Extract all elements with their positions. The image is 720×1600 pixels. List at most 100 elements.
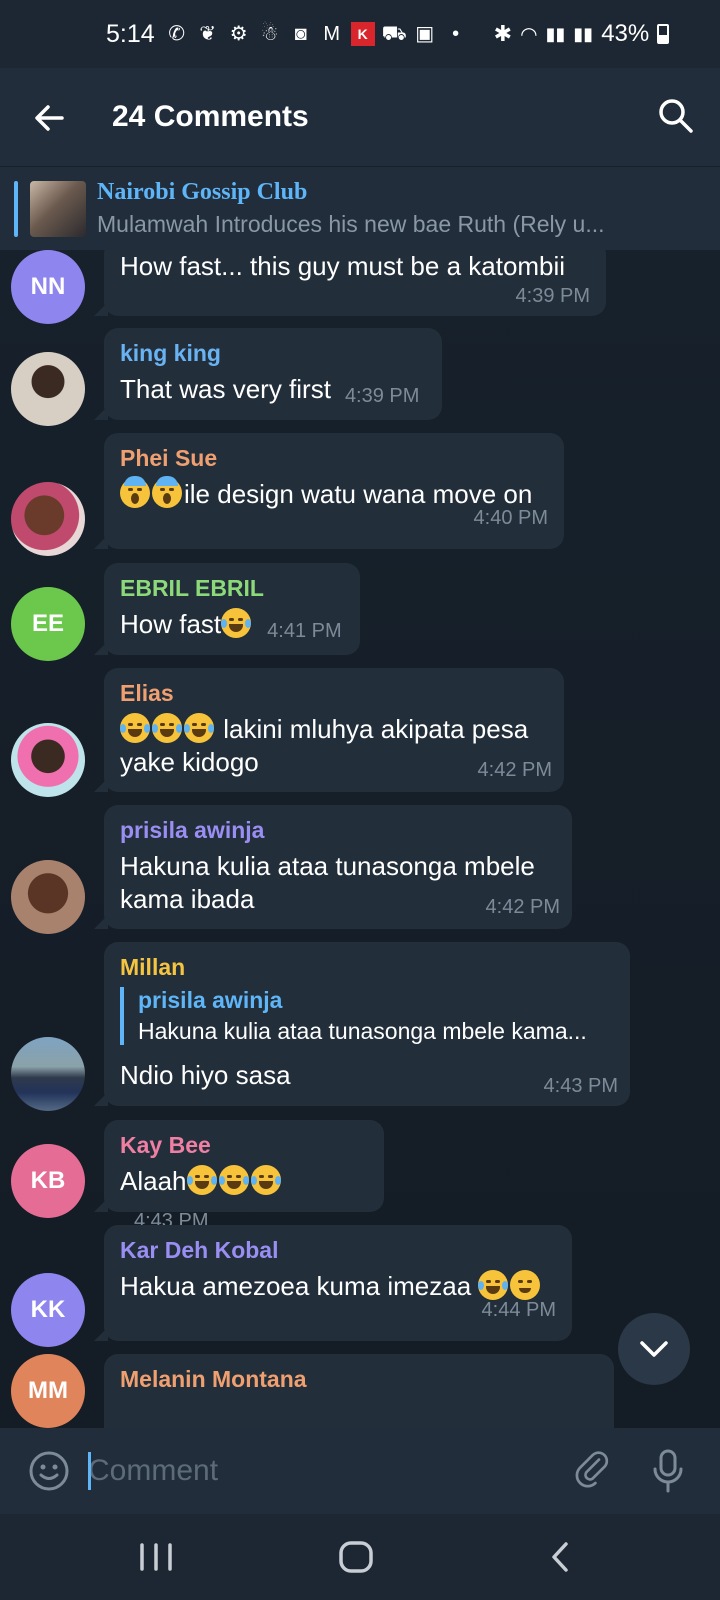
header-bar: 24 Comments (0, 68, 720, 166)
joy-emoji-icon (186, 1165, 217, 1195)
comment-composer (0, 1428, 720, 1514)
status-bar: 5:14 ✆ ❦ ⚙ ☃ ◙ M K ⛟ ▣ • ✱ ◠ ▮▮ ▮▮ 43% (0, 0, 720, 68)
bluetooth-icon: ✱ (493, 21, 513, 46)
message-time: 4:39 PM (515, 285, 590, 307)
avatar[interactable] (11, 723, 85, 797)
message-bubble[interactable]: Melanin Montana (104, 1354, 614, 1428)
message-bubble[interactable]: Elias lakini mluhya akipata pesa yake ki… (94, 668, 564, 792)
home-icon[interactable] (338, 1540, 374, 1574)
message-text-row: That was very first 4:39 PM (120, 373, 426, 413)
sender-name: Kay Bee (120, 1132, 211, 1158)
joy-emoji-icon (152, 713, 182, 743)
sender-name: Melanin Montana (120, 1366, 307, 1392)
reply-sender-name: prisila awinja (138, 987, 283, 1013)
status-time: 5:14 (106, 19, 155, 48)
gmail-icon: M (323, 23, 340, 45)
back-arrow-icon[interactable] (30, 98, 70, 138)
message-time: 4:42 PM (477, 759, 552, 781)
joy-emoji-icon (478, 1270, 509, 1300)
paperclip-icon[interactable] (574, 1450, 616, 1492)
pinned-accent-bar (14, 181, 18, 237)
message-text: Hakua amezoea kuma imezaa (120, 1271, 479, 1301)
status-system-icons: ✱ ◠ ▮▮ ▮▮ 43% (494, 20, 670, 48)
sender-name: Elias (120, 680, 174, 706)
joy-emoji-icon (120, 713, 150, 743)
message-text: ile design watu wana move on (184, 479, 533, 509)
message-text-row: How fast 4:41 PM (120, 608, 344, 648)
pinned-post-channel: Nairobi Gossip Club (97, 179, 308, 205)
signal-icon: ▮▮ (573, 23, 594, 44)
scream-emoji-icon (152, 476, 182, 508)
avatar[interactable]: MM (11, 1354, 85, 1428)
avatar[interactable]: NN (11, 250, 85, 324)
message-bubble[interactable]: Kay Bee Alaah 4:43 PM (94, 1120, 384, 1232)
sender-name: prisila awinja (120, 817, 265, 843)
comment-input[interactable] (88, 1446, 528, 1496)
joy-emoji-icon (218, 1165, 249, 1195)
avatar[interactable] (11, 352, 85, 426)
battery-percent: 43% (601, 20, 650, 47)
status-notification-icons: ✆ ❦ ⚙ ☃ ◙ M K ⛟ ▣ • (165, 22, 468, 46)
avatar[interactable]: EE (11, 587, 85, 661)
emoji-icon[interactable] (28, 1450, 70, 1492)
avatar[interactable] (11, 1037, 85, 1111)
scream-emoji-icon (120, 476, 150, 508)
system-navigation-bar (0, 1514, 720, 1600)
avatar[interactable]: KK (11, 1273, 85, 1347)
avatar[interactable] (11, 860, 85, 934)
sender-name: Millan (120, 954, 186, 980)
page-title: 24 Comments (112, 100, 309, 133)
signal-icon: ▮▮ (545, 23, 566, 44)
message-text: How fast... this guy must be a katombii (120, 251, 566, 281)
joy-emoji-icon (184, 713, 214, 743)
message-bubble[interactable]: EBRIL EBRIL How fast 4:41 PM (94, 563, 360, 655)
gallery-icon: ▣ (415, 23, 435, 45)
comments-list[interactable]: NN How fast... this guy must be a katomb… (0, 250, 720, 1428)
scroll-down-button[interactable] (618, 1313, 690, 1385)
sender-name: Kar Deh Kobal (120, 1237, 279, 1263)
message-text-row: Hakua amezoea kuma imezaa (120, 1270, 556, 1303)
instagram-icon: ◙ (294, 23, 307, 45)
reply-text: Hakuna kulia ataa tunasonga mbele kama..… (138, 1018, 587, 1044)
sender-name: EBRIL EBRIL (120, 575, 264, 601)
sender-name: Phei Sue (120, 445, 218, 471)
message-bubble[interactable]: Phei Sue ile design watu wana move on 4:… (94, 433, 564, 549)
message-bubble[interactable]: prisila awinja Hakuna kulia ataa tunason… (94, 805, 572, 929)
settings-badge-icon: ⚙ (229, 23, 248, 45)
message-text: That was very first (120, 374, 331, 404)
pinned-post[interactable]: Nairobi Gossip Club Mulamwah Introduces … (0, 166, 720, 250)
joy-emoji-icon (221, 608, 252, 638)
battery-icon (657, 24, 670, 44)
chevron-down-icon (640, 1341, 668, 1357)
joy-emoji-icon (250, 1165, 281, 1195)
pinned-post-thumbnail (30, 181, 86, 237)
message-bubble[interactable]: Millan prisila awinja Hakuna kulia ataa … (94, 942, 630, 1106)
text-cursor (88, 1452, 91, 1490)
wifi-icon: ◠ (520, 23, 538, 46)
message-bubble[interactable]: How fast... this guy must be a katombii … (94, 250, 606, 316)
snapchat-icon: ☃ (260, 23, 279, 45)
search-icon[interactable] (656, 96, 696, 136)
message-time: 4:42 PM (485, 896, 560, 918)
sender-name: king king (120, 340, 221, 366)
message-time: 4:41 PM (267, 620, 342, 642)
avatar[interactable] (11, 482, 85, 556)
message-time: 4:39 PM (344, 385, 420, 407)
message-time: 4:43 PM (543, 1075, 618, 1097)
shopping-cart-icon: ⛟ (381, 23, 407, 45)
twitter-icon: ❦ (199, 23, 217, 45)
pinned-post-caption: Mulamwah Introduces his new bae Ruth (Re… (97, 211, 605, 237)
message-bubble[interactable]: king king That was very first 4:39 PM (94, 328, 442, 420)
nav-back-icon[interactable] (548, 1540, 572, 1574)
kilimall-icon: K (350, 22, 375, 46)
dot-icon: • (452, 23, 460, 45)
whatsapp-icon: ✆ (168, 23, 186, 45)
smile-emoji-icon (510, 1270, 541, 1300)
avatar[interactable]: KB (11, 1144, 85, 1218)
reply-quote[interactable]: prisila awinja Hakuna kulia ataa tunason… (120, 987, 614, 1045)
message-text: Ndio hiyo sasa (120, 1060, 291, 1090)
message-text: How fast (120, 609, 222, 639)
microphone-icon[interactable] (650, 1448, 686, 1494)
recent-apps-icon[interactable] (138, 1542, 174, 1572)
message-bubble[interactable]: Kar Deh Kobal Hakua amezoea kuma imezaa … (94, 1225, 572, 1341)
